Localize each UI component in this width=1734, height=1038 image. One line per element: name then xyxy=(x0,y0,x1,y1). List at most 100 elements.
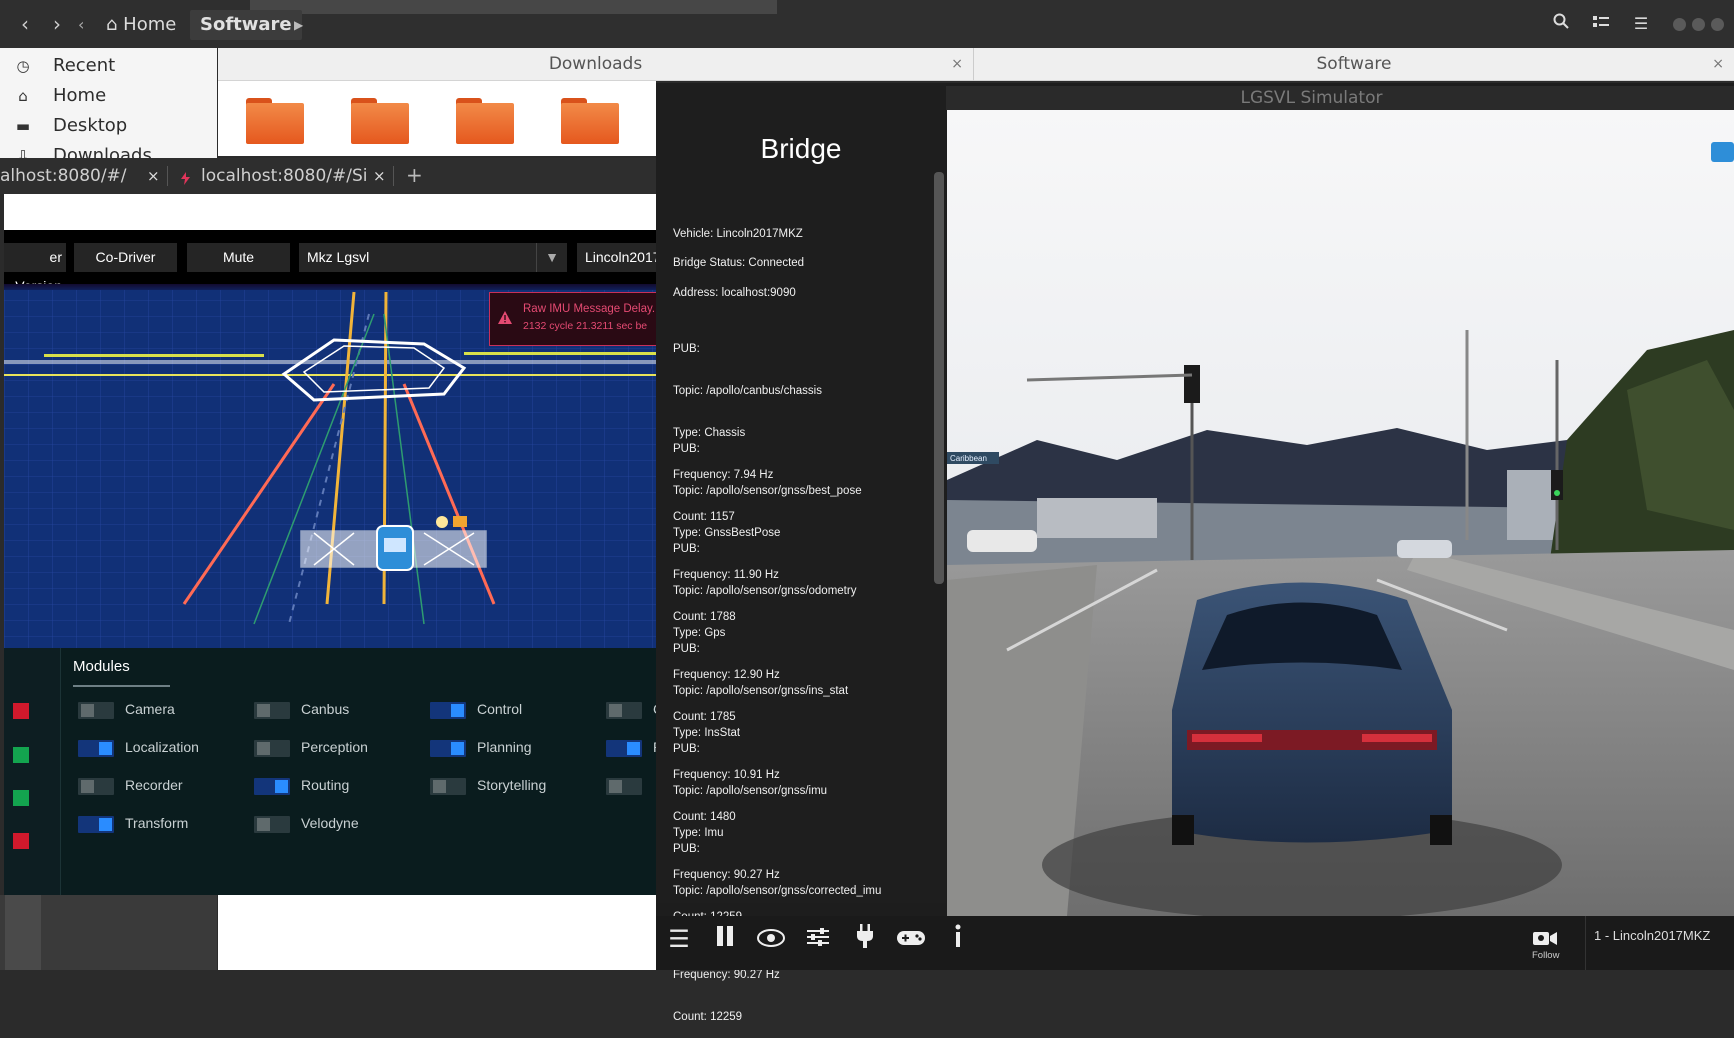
divider xyxy=(1585,916,1586,970)
co-driver-button[interactable]: Co-Driver xyxy=(74,243,177,272)
module-toggle[interactable] xyxy=(78,740,114,757)
minimize-button[interactable] xyxy=(1673,18,1686,31)
favicon-icon xyxy=(180,170,191,185)
forward-button[interactable]: › xyxy=(42,9,72,39)
blurred-menu-strip xyxy=(250,0,777,14)
module-control[interactable]: Control xyxy=(430,700,590,720)
module-toggle[interactable] xyxy=(78,778,114,795)
bridge-title: Bridge xyxy=(760,133,842,164)
address-bar[interactable] xyxy=(4,194,656,230)
status-indicator xyxy=(13,703,29,719)
tab-downloads[interactable]: Downloads × xyxy=(218,48,974,81)
tab-divider xyxy=(167,166,168,186)
eye-icon[interactable] xyxy=(756,924,786,954)
vehicle-select[interactable]: Lincoln2017 xyxy=(577,243,656,272)
tab-software[interactable]: Software × xyxy=(974,48,1734,81)
menu-icon[interactable]: ☰ xyxy=(1629,12,1653,36)
file-grid-bottom xyxy=(218,895,656,970)
browser-tab-1[interactable]: alhost:8080/#/ xyxy=(0,158,150,194)
new-tab-button[interactable]: + xyxy=(406,163,423,187)
home-icon: ⌂ xyxy=(18,87,28,105)
module-transform[interactable]: Transform xyxy=(78,814,238,834)
module-unlabeled[interactable] xyxy=(606,776,656,796)
camera-follow-icon[interactable] xyxy=(1532,928,1558,948)
search-icon[interactable] xyxy=(1549,12,1573,36)
mute-button[interactable]: Mute xyxy=(187,243,290,272)
follow-label: Follow xyxy=(1532,950,1560,961)
module-p[interactable]: P xyxy=(606,738,656,758)
maximize-button[interactable] xyxy=(1692,18,1705,31)
breadcrumb-left-arrow[interactable]: ‹ xyxy=(78,14,90,36)
modules-underline xyxy=(73,685,170,687)
mode-select[interactable]: Mkz Lgsvl ▼ xyxy=(299,243,567,272)
gamepad-icon[interactable] xyxy=(896,924,926,954)
folder-icon[interactable] xyxy=(246,98,304,144)
module-velodyne[interactable]: Velodyne xyxy=(254,814,414,834)
module-toggle[interactable] xyxy=(430,740,466,757)
module-localization[interactable]: Localization xyxy=(78,738,238,758)
module-toggle[interactable] xyxy=(606,702,642,719)
module-toggle[interactable] xyxy=(254,702,290,719)
sidebar-item-recent[interactable]: ◷ Recent xyxy=(0,51,217,81)
module-c[interactable]: C xyxy=(606,700,656,720)
folder-icon: ▬ xyxy=(15,117,31,135)
sidebar-item-home[interactable]: ⌂ Home xyxy=(0,81,217,111)
folder-icon[interactable] xyxy=(456,98,514,144)
street-sign: Caribbean xyxy=(950,454,987,463)
simulator-camera-view[interactable]: Caribbean xyxy=(947,110,1734,916)
status-indicator xyxy=(13,833,29,849)
module-toggle[interactable] xyxy=(606,740,642,757)
folder-icon[interactable] xyxy=(351,98,409,144)
close-window-button[interactable] xyxy=(1711,18,1724,31)
browser-tab-2[interactable]: localhost:8080/#/Sir xyxy=(201,158,366,194)
menu-icon[interactable]: ☰ xyxy=(664,924,694,954)
module-perception[interactable]: Perception xyxy=(254,738,414,758)
tab-divider xyxy=(393,166,394,186)
vehicle-label[interactable]: 1 - Lincoln2017MKZ xyxy=(1594,928,1710,943)
close-tab-icon[interactable]: × xyxy=(951,48,963,80)
sidebar-item-desktop[interactable]: ▬ Desktop xyxy=(0,111,217,141)
bridge-status: Bridge Status: Connected xyxy=(673,257,805,269)
breadcrumb-software[interactable]: Software xyxy=(190,10,302,40)
home-icon: ⌂ xyxy=(106,14,124,35)
module-toggle[interactable] xyxy=(430,702,466,719)
module-recorder[interactable]: Recorder xyxy=(78,776,238,796)
alert-banner[interactable]: Raw IMU Message Delay. 2132 cycle 21.321… xyxy=(489,292,658,346)
close-tab-icon[interactable]: × xyxy=(147,167,160,185)
status-column xyxy=(4,648,61,895)
status-indicator xyxy=(13,790,29,806)
module-toggle[interactable] xyxy=(78,702,114,719)
module-routing[interactable]: Routing xyxy=(254,776,414,796)
modules-title: Modules xyxy=(73,658,130,675)
info-icon[interactable] xyxy=(943,924,973,954)
sliders-icon[interactable] xyxy=(803,924,833,954)
bridge-address: Address: localhost:9090 xyxy=(673,287,796,299)
download-icon: ⇩ xyxy=(16,147,30,158)
bridge-scrollbar[interactable] xyxy=(934,172,944,584)
module-toggle[interactable] xyxy=(606,778,642,795)
back-button[interactable]: ‹ xyxy=(10,9,40,39)
module-canbus[interactable]: Canbus xyxy=(254,700,414,720)
module-toggle[interactable] xyxy=(254,816,290,833)
breadcrumb-home[interactable]: ⌂ Home xyxy=(96,10,186,40)
sidebar-item-downloads[interactable]: ⇩ Downloads xyxy=(0,141,217,158)
plug-icon[interactable] xyxy=(850,924,880,954)
view-toggle-icon[interactable] xyxy=(1589,12,1613,36)
folder-icon[interactable] xyxy=(561,98,619,144)
close-tab-icon[interactable]: × xyxy=(1712,48,1724,80)
module-toggle[interactable] xyxy=(78,816,114,833)
warning-icon xyxy=(498,311,512,324)
sidebar-bottom xyxy=(0,895,217,970)
module-toggle[interactable] xyxy=(254,740,290,757)
module-storytelling[interactable]: Storytelling xyxy=(430,776,590,796)
chevron-down-icon: ▼ xyxy=(536,243,567,272)
module-toggle[interactable] xyxy=(254,778,290,795)
module-toggle[interactable] xyxy=(430,778,466,795)
pause-icon[interactable] xyxy=(710,924,740,954)
close-tab-icon[interactable]: × xyxy=(373,167,386,185)
module-planning[interactable]: Planning xyxy=(430,738,590,758)
module-camera[interactable]: Camera xyxy=(78,700,238,720)
status-indicator xyxy=(13,747,29,763)
version-button[interactable]: er Version xyxy=(4,243,66,294)
breadcrumb-right-arrow[interactable]: ▶ xyxy=(294,14,303,36)
